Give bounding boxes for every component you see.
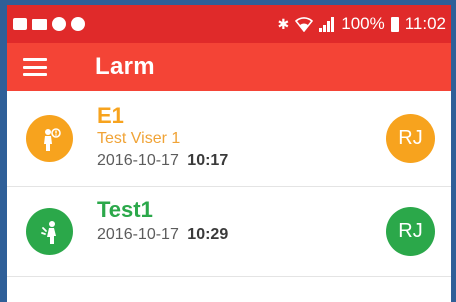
person-alert-icon — [43, 127, 61, 151]
status-bar: ✱ 100% 11:02 — [7, 5, 451, 43]
alarm-date: 2016-10-17 — [97, 152, 179, 169]
alarm-title: E1 — [97, 103, 124, 128]
alarm-subtitle: Test Viser 1 — [97, 130, 181, 147]
status-notifications — [13, 17, 85, 31]
battery-percent: 100% — [341, 14, 385, 33]
alarm-list: E1 Test Viser 1 2016-10-17 10:17 RJ Test… — [7, 91, 451, 277]
page-title: Larm — [95, 53, 155, 80]
hamburger-menu-icon[interactable] — [23, 58, 47, 76]
user-avatar[interactable]: RJ — [386, 114, 435, 163]
user-avatar[interactable]: RJ — [386, 207, 435, 256]
messenger-icon — [71, 17, 85, 31]
alarm-type-avatar — [26, 115, 73, 162]
bluetooth-icon: ✱ — [277, 15, 290, 32]
status-time: 11:02 — [404, 14, 446, 33]
app-bar: Larm — [7, 43, 451, 91]
mail-icon — [32, 18, 47, 30]
alarm-time: 10:17 — [187, 152, 229, 169]
notification-icon — [52, 17, 66, 31]
person-fall-icon — [40, 220, 56, 244]
list-item[interactable]: Test1 2016-10-17 10:29 RJ — [7, 187, 451, 277]
alarm-content: E1 Test Viser 1 2016-10-17 10:17 — [97, 103, 228, 173]
image-icon — [13, 18, 27, 30]
alarm-type-avatar — [26, 208, 73, 255]
device-frame: ✱ 100% 11:02 Larm E1 Test Viser 1 2016-1… — [0, 0, 456, 302]
status-system: ✱ 100% 11:02 — [278, 14, 447, 34]
wifi-icon — [295, 17, 314, 32]
alarm-time: 10:29 — [187, 226, 229, 243]
alarm-timestamp: 2016-10-17 10:17 — [97, 149, 228, 173]
alarm-timestamp: 2016-10-17 10:29 — [97, 223, 228, 247]
signal-icon — [319, 17, 335, 32]
alarm-content: Test1 2016-10-17 10:29 — [97, 197, 228, 247]
alarm-title: Test1 — [97, 197, 153, 222]
list-item[interactable]: E1 Test Viser 1 2016-10-17 10:17 RJ — [7, 91, 451, 187]
alarm-date: 2016-10-17 — [97, 226, 179, 243]
battery-icon — [390, 16, 399, 32]
